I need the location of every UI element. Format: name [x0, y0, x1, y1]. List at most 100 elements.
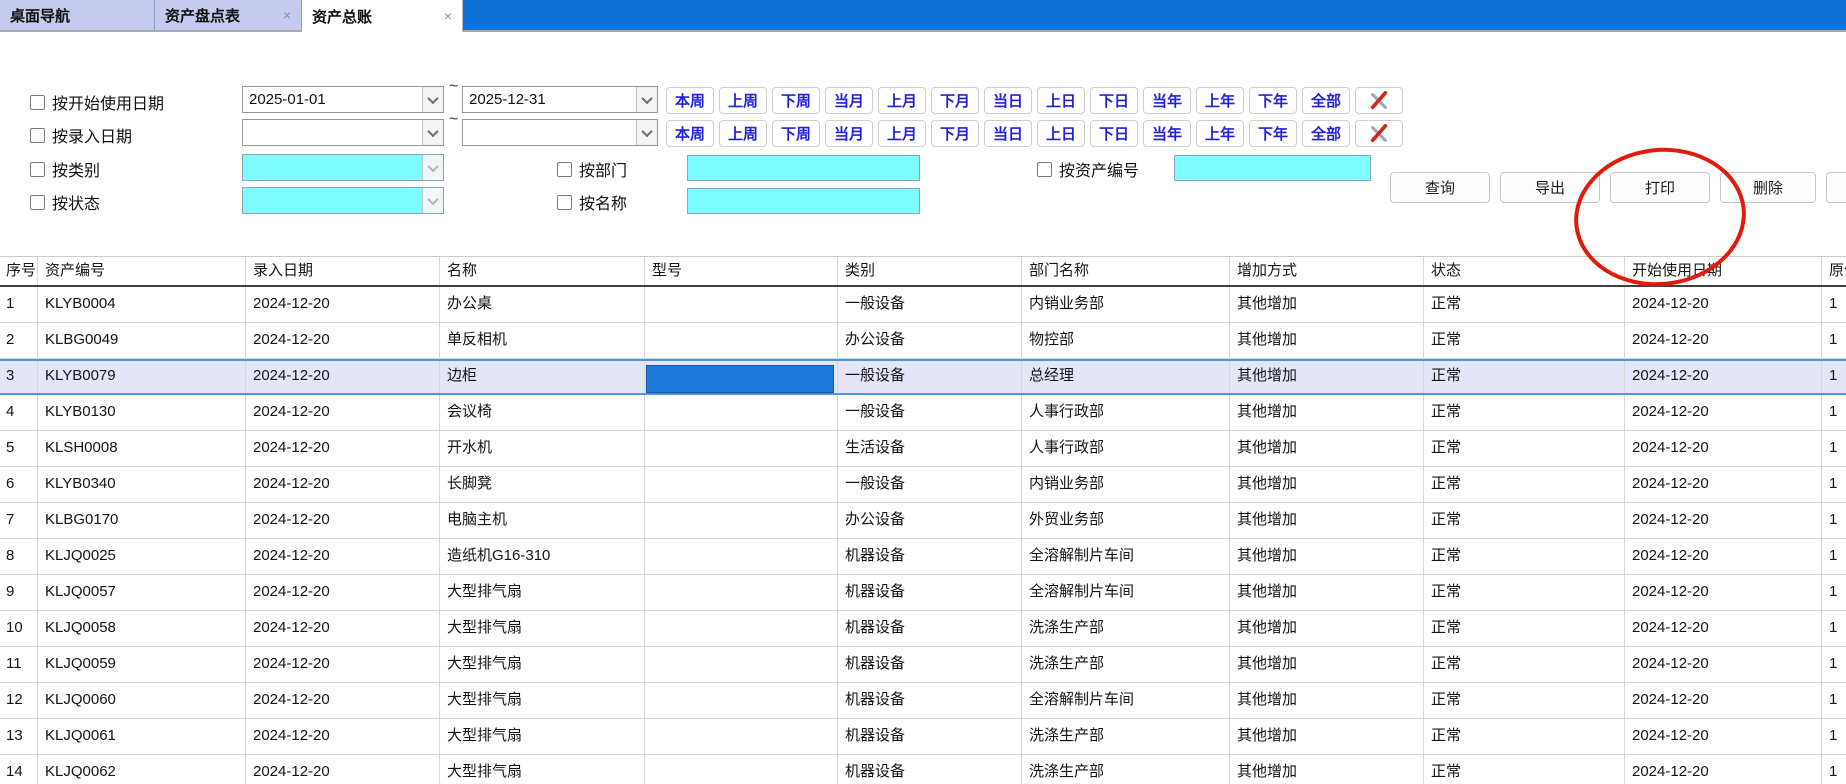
cell-start-date[interactable]: 2024-12-20 — [1625, 719, 1822, 754]
start-date-to-select[interactable]: 2025-12-31 — [462, 86, 658, 113]
cell-department[interactable]: 物控部 — [1022, 323, 1230, 358]
cell-add-method[interactable]: 其他增加 — [1230, 323, 1424, 358]
cell-model[interactable] — [645, 467, 838, 502]
cell-department[interactable]: 总经理 — [1022, 361, 1230, 393]
cell-name[interactable]: 边柜 — [440, 361, 645, 393]
quick-range-button[interactable]: 当月 — [825, 87, 873, 114]
cell-name[interactable]: 长脚凳 — [440, 467, 645, 502]
chevron-down-icon[interactable] — [636, 87, 657, 112]
cell-name[interactable]: 大型排气扇 — [440, 683, 645, 718]
cell-department[interactable]: 全溶解制片车间 — [1022, 539, 1230, 574]
cell-model[interactable] — [645, 395, 838, 430]
chevron-down-icon[interactable] — [422, 188, 443, 213]
cell-value[interactable]: 1 — [1822, 431, 1846, 466]
cell-status[interactable]: 正常 — [1424, 611, 1625, 646]
cell-start-date[interactable]: 2024-12-20 — [1625, 683, 1822, 718]
table-row[interactable]: 5KLSH00082024-12-20开水机生活设备人事行政部其他增加正常202… — [0, 431, 1846, 467]
column-header-9[interactable]: 开始使用日期 — [1625, 257, 1822, 285]
checkbox-by-start-use-date[interactable] — [30, 95, 45, 110]
cell-asset-no[interactable]: KLJQ0061 — [38, 719, 246, 754]
chevron-down-icon[interactable] — [422, 155, 443, 180]
cell-value[interactable]: 1 — [1822, 611, 1846, 646]
cell-model[interactable] — [645, 431, 838, 466]
cell-asset-no[interactable]: KLJQ0059 — [38, 647, 246, 682]
table-row[interactable]: 13KLJQ00612024-12-20大型排气扇机器设备洗涤生产部其他增加正常… — [0, 719, 1846, 755]
cell-start-date[interactable]: 2024-12-20 — [1625, 539, 1822, 574]
name-input[interactable] — [687, 188, 920, 214]
cell-no[interactable]: 11 — [0, 647, 38, 682]
partial-button[interactable] — [1826, 172, 1846, 203]
cell-add-method[interactable]: 其他增加 — [1230, 287, 1424, 322]
cell-model[interactable] — [645, 503, 838, 538]
quick-range-button[interactable]: 下年 — [1249, 120, 1297, 147]
tab-close-icon[interactable]: × — [283, 7, 291, 23]
cell-status[interactable]: 正常 — [1424, 503, 1625, 538]
cell-category[interactable]: 生活设备 — [838, 431, 1022, 466]
column-header-8[interactable]: 状态 — [1424, 257, 1625, 285]
cell-start-date[interactable]: 2024-12-20 — [1625, 287, 1822, 322]
quick-range-button[interactable]: 上年 — [1196, 87, 1244, 114]
cell-department[interactable]: 内销业务部 — [1022, 287, 1230, 322]
quick-range-button[interactable]: 下日 — [1090, 120, 1138, 147]
clear-date-filter-button[interactable] — [1355, 120, 1403, 147]
cell-category[interactable]: 一般设备 — [838, 395, 1022, 430]
quick-range-button[interactable]: 下年 — [1249, 87, 1297, 114]
cell-value[interactable]: 1 — [1822, 503, 1846, 538]
cell-value[interactable]: 1 — [1822, 647, 1846, 682]
quick-range-button[interactable]: 本周 — [666, 120, 714, 147]
cell-department[interactable]: 外贸业务部 — [1022, 503, 1230, 538]
cell-value[interactable]: 1 — [1822, 755, 1846, 784]
cell-model[interactable] — [645, 539, 838, 574]
chevron-down-icon[interactable] — [422, 87, 443, 112]
cell-value[interactable]: 1 — [1822, 323, 1846, 358]
checkbox-by-name[interactable] — [557, 195, 572, 210]
cell-add-method[interactable]: 其他增加 — [1230, 361, 1424, 393]
cell-asset-no[interactable]: KLYB0004 — [38, 287, 246, 322]
table-row[interactable]: 7KLBG01702024-12-20电脑主机办公设备外贸业务部其他增加正常20… — [0, 503, 1846, 539]
cell-category[interactable]: 一般设备 — [838, 361, 1022, 393]
cell-value[interactable]: 1 — [1822, 395, 1846, 430]
cell-no[interactable]: 1 — [0, 287, 38, 322]
cell-entry-date[interactable]: 2024-12-20 — [246, 503, 440, 538]
checkbox-by-asset-no[interactable] — [1037, 162, 1052, 177]
cell-model[interactable] — [645, 611, 838, 646]
cell-department[interactable]: 全溶解制片车间 — [1022, 575, 1230, 610]
entry-date-from-select[interactable] — [242, 119, 444, 146]
tab-asset-ledger[interactable]: 资产总账× — [302, 0, 463, 32]
quick-range-button[interactable]: 全部 — [1302, 120, 1350, 147]
cell-status[interactable]: 正常 — [1424, 755, 1625, 784]
start-date-from-select[interactable]: 2025-01-01 — [242, 86, 444, 113]
quick-range-button[interactable]: 上日 — [1037, 87, 1085, 114]
cell-model[interactable] — [645, 755, 838, 784]
cell-entry-date[interactable]: 2024-12-20 — [246, 755, 440, 784]
cell-status[interactable]: 正常 — [1424, 431, 1625, 466]
cell-start-date[interactable]: 2024-12-20 — [1625, 323, 1822, 358]
cell-add-method[interactable]: 其他增加 — [1230, 467, 1424, 502]
cell-asset-no[interactable]: KLSH0008 — [38, 431, 246, 466]
cell-add-method[interactable]: 其他增加 — [1230, 575, 1424, 610]
cell-category[interactable]: 机器设备 — [838, 755, 1022, 784]
export-button[interactable]: 导出 — [1500, 172, 1600, 203]
cell-asset-no[interactable]: KLJQ0057 — [38, 575, 246, 610]
chevron-down-icon[interactable] — [422, 120, 443, 145]
cell-name[interactable]: 会议椅 — [440, 395, 645, 430]
cell-category[interactable]: 机器设备 — [838, 647, 1022, 682]
cell-entry-date[interactable]: 2024-12-20 — [246, 611, 440, 646]
cell-entry-date[interactable]: 2024-12-20 — [246, 647, 440, 682]
cell-no[interactable]: 2 — [0, 323, 38, 358]
cell-status[interactable]: 正常 — [1424, 467, 1625, 502]
column-header-0[interactable]: 序号 — [0, 257, 38, 285]
cell-value[interactable]: 1 — [1822, 361, 1846, 393]
checkbox-by-department[interactable] — [557, 162, 572, 177]
status-select[interactable] — [242, 187, 444, 214]
cell-name[interactable]: 开水机 — [440, 431, 645, 466]
quick-range-button[interactable]: 当日 — [984, 120, 1032, 147]
cell-entry-date[interactable]: 2024-12-20 — [246, 431, 440, 466]
cell-status[interactable]: 正常 — [1424, 361, 1625, 393]
quick-range-button[interactable]: 全部 — [1302, 87, 1350, 114]
quick-range-button[interactable]: 下月 — [931, 120, 979, 147]
quick-range-button[interactable]: 上日 — [1037, 120, 1085, 147]
cell-model[interactable] — [645, 647, 838, 682]
cell-start-date[interactable]: 2024-12-20 — [1625, 503, 1822, 538]
checkbox-by-status[interactable] — [30, 195, 45, 210]
